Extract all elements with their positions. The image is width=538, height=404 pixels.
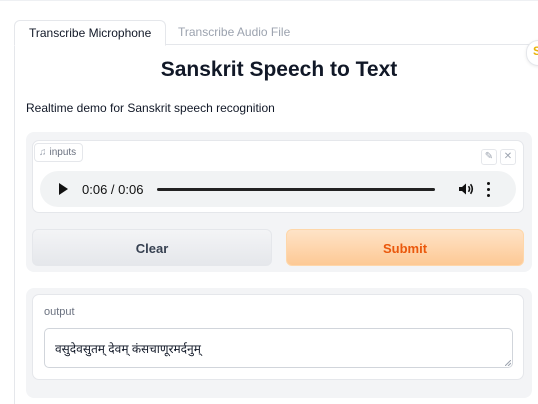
playback-time: 0:06 / 0:06 — [82, 182, 144, 197]
page-title: Sanskrit Speech to Text — [160, 58, 398, 81]
submit-button[interactable]: Submit — [286, 229, 524, 266]
inputs-label-text: inputs — [49, 147, 77, 158]
resize-handle-icon[interactable] — [505, 360, 511, 366]
edit-icon[interactable]: ✎ — [481, 149, 497, 165]
progress-track[interactable] — [157, 188, 435, 191]
page-description: Realtime demo for Sanskrit speech recogn… — [26, 101, 275, 115]
top-divider — [0, 0, 538, 1]
audio-player: 0:06 / 0:06 — [40, 171, 516, 207]
output-text: वसुदेवसुतम् देवम् कंसचाणूरमर्दनुम् — [55, 342, 201, 356]
tab-bar: Transcribe Microphone Transcribe Audio F… — [14, 20, 538, 46]
tab-transcribe-microphone[interactable]: Transcribe Microphone — [14, 20, 167, 46]
badge-icon: S — [533, 44, 538, 58]
close-icon[interactable]: ✕ — [500, 149, 516, 165]
left-border — [14, 42, 15, 404]
inputs-label: ♫ inputs — [34, 143, 84, 162]
play-icon[interactable] — [59, 183, 68, 195]
music-note-icon: ♫ — [39, 147, 47, 158]
volume-icon[interactable] — [457, 180, 475, 198]
more-options-icon[interactable] — [487, 182, 491, 197]
tab-transcribe-audio-file[interactable]: Transcribe Audio File — [164, 20, 304, 44]
clear-button[interactable]: Clear — [32, 229, 272, 266]
output-label: output — [44, 306, 75, 318]
